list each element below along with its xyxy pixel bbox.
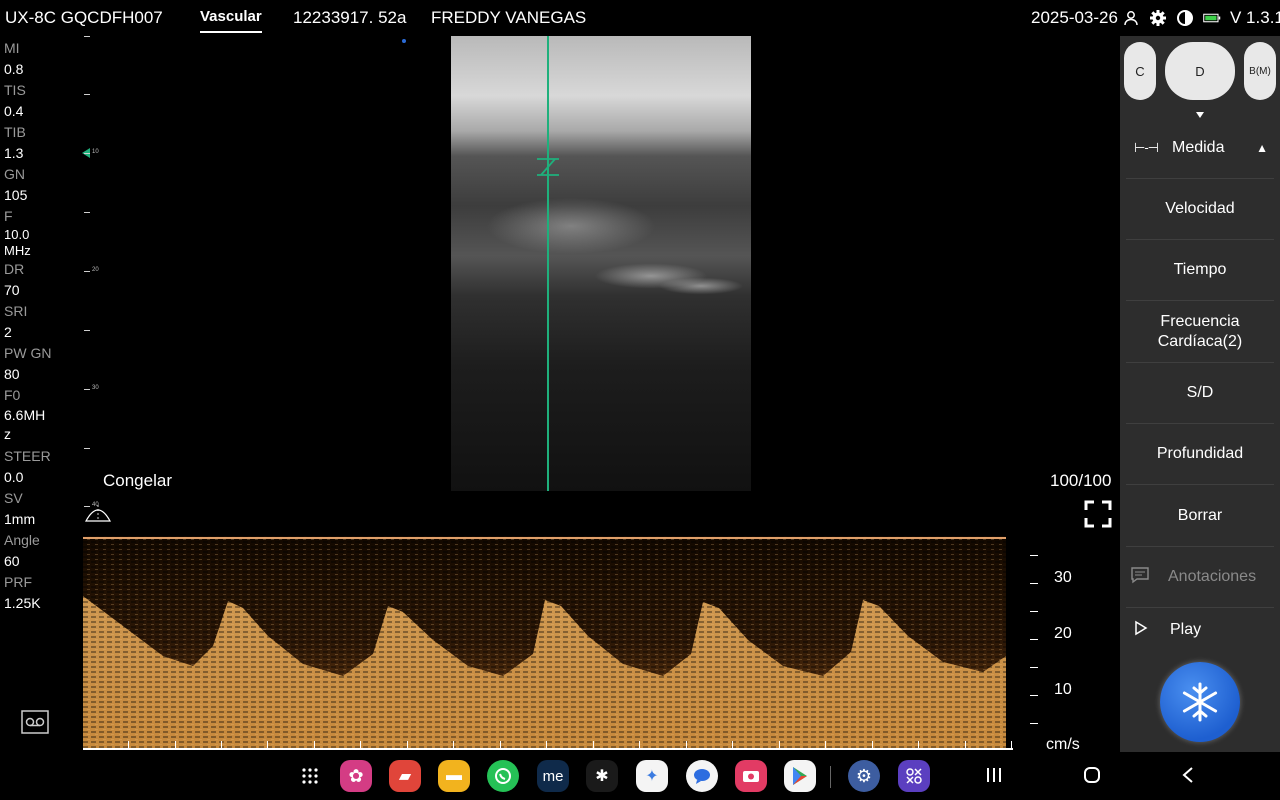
recents-icon[interactable] (984, 766, 1004, 789)
param-mi: MI 0.8 (4, 40, 24, 77)
contrast-icon[interactable] (1176, 9, 1194, 27)
whatsapp-icon[interactable] (487, 760, 519, 792)
depth-label: 30 (92, 385, 99, 391)
fullscreen-icon[interactable] (1084, 500, 1112, 533)
comment-icon (1130, 566, 1150, 589)
b-mode-image[interactable] (451, 36, 751, 491)
menu-s-d[interactable]: S/D (1126, 363, 1274, 424)
mode-bm-button[interactable]: B(M) (1244, 42, 1276, 100)
orientation-marker (402, 39, 406, 43)
velocity-scale: 30 20 10 (1010, 540, 1100, 755)
param-pwgn: PW GN 80 (4, 345, 52, 382)
record-icon[interactable] (21, 710, 49, 739)
doppler-cursor-line[interactable] (547, 36, 549, 491)
tab-underline (200, 31, 262, 33)
param-prf: PRF 1.25K (4, 574, 41, 611)
gemini-icon[interactable]: ✦ (636, 760, 668, 792)
param-tib: TIB 1.3 (4, 124, 26, 161)
mode-selector: C D B(M) (1120, 36, 1280, 118)
version-label: V 1.3.1 (1230, 8, 1280, 27)
menu-velocidad[interactable]: Velocidad (1126, 179, 1274, 240)
battery-icon (1203, 9, 1221, 27)
ruler-icon: ⊢-⊣ (1134, 140, 1159, 155)
depth-label: 10 (92, 149, 99, 155)
gear-icon[interactable] (1149, 9, 1167, 27)
menu-profundidad[interactable]: Profundidad (1126, 424, 1274, 485)
param-f0: F0 6.6MH z (4, 387, 46, 442)
depth-label: 20 (92, 267, 99, 273)
settings-icon[interactable]: ⚙ (848, 760, 880, 792)
param-sri: SRI 2 (4, 303, 28, 340)
menu-frecuencia-cardiaca[interactable]: Frecuencia Cardíaca(2) (1126, 302, 1274, 363)
menu-play[interactable]: Play (1126, 608, 1274, 652)
home-icon[interactable] (1082, 766, 1102, 789)
velocity-label: 30 (1054, 569, 1072, 586)
play-icon (1134, 620, 1148, 641)
files-app-icon[interactable]: ▬ (438, 760, 470, 792)
patient-name: FREDDY VANEGAS (431, 8, 587, 27)
mode-c-button[interactable]: C (1124, 42, 1156, 100)
depth-scale: 10 20 30 40 (82, 36, 102, 508)
time-axis (83, 741, 1013, 750)
menu-label: Medida (1171, 139, 1225, 156)
date-label: 2025-03-26 (1031, 8, 1118, 27)
user-icon[interactable] (1122, 9, 1140, 27)
app-drawer-icon[interactable] (294, 760, 326, 792)
back-icon[interactable] (1180, 766, 1196, 789)
dock-divider (830, 766, 831, 788)
me-app-icon[interactable]: me (537, 760, 569, 792)
spectral-doppler-trace[interactable] (83, 536, 1006, 748)
menu-borrar[interactable]: Borrar (1126, 486, 1274, 547)
param-tis: TIS 0.4 (4, 82, 26, 119)
param-sv: SV 1mm (4, 490, 36, 527)
tab-label: Vascular (200, 8, 262, 25)
param-angle: Angle 60 (4, 532, 40, 569)
probe-icon[interactable] (84, 503, 112, 528)
patient-id: 12233917. 52a (293, 8, 407, 27)
tab-vascular[interactable]: Vascular (200, 8, 262, 33)
doppler-baseline[interactable] (83, 537, 1006, 539)
velocity-label: 20 (1054, 625, 1072, 642)
mode-d-button[interactable]: D (1165, 42, 1235, 100)
parameter-list: MI 0.8 TIS 0.4 TIB 1.3 GN 105 F 10.0 MHz DR 70… (4, 38, 74, 614)
sample-volume-gate[interactable] (533, 157, 563, 177)
top-bar: UX-8C GQCDFH007 Vascular 12233917. 52a F… (0, 0, 1280, 36)
notes-app-icon[interactable]: ▰ (389, 760, 421, 792)
snowflake-icon (1182, 682, 1218, 722)
velocity-label: 10 (1054, 681, 1072, 698)
menu-tiempo[interactable]: Tiempo (1126, 240, 1274, 301)
freeze-button[interactable] (1160, 662, 1240, 742)
cine-ratio: 100/100 (1050, 471, 1112, 490)
probe-label: UX-8C GQCDFH007 (5, 8, 163, 27)
menu-label: Play (1170, 621, 1202, 638)
freeze-status-label: Congelar (103, 471, 172, 490)
system-nav-bar: ✿ ▰ ▬ me ✱ ✦ ⚙ (0, 752, 1280, 800)
camera-app-icon[interactable] (735, 760, 767, 792)
apps-grid-icon[interactable] (898, 760, 930, 792)
messages-icon[interactable] (686, 760, 718, 792)
menu-label: Anotaciones (1168, 568, 1257, 585)
param-f: F 10.0 MHz (4, 208, 31, 258)
menu-medida[interactable]: ⊢-⊣ Medida ▲ (1126, 118, 1274, 179)
blossom-app-icon[interactable]: ✿ (340, 760, 372, 792)
param-steer: STEER 0.0 (4, 448, 51, 485)
param-dr: DR 70 (4, 261, 25, 298)
caret-up-icon: ▲ (1256, 141, 1268, 155)
play-store-icon[interactable] (784, 760, 816, 792)
freeze-area (1120, 652, 1280, 752)
menu-anotaciones[interactable]: Anotaciones (1126, 547, 1274, 608)
param-gn: GN 105 (4, 166, 28, 203)
tool-app-icon[interactable]: ✱ (586, 760, 618, 792)
